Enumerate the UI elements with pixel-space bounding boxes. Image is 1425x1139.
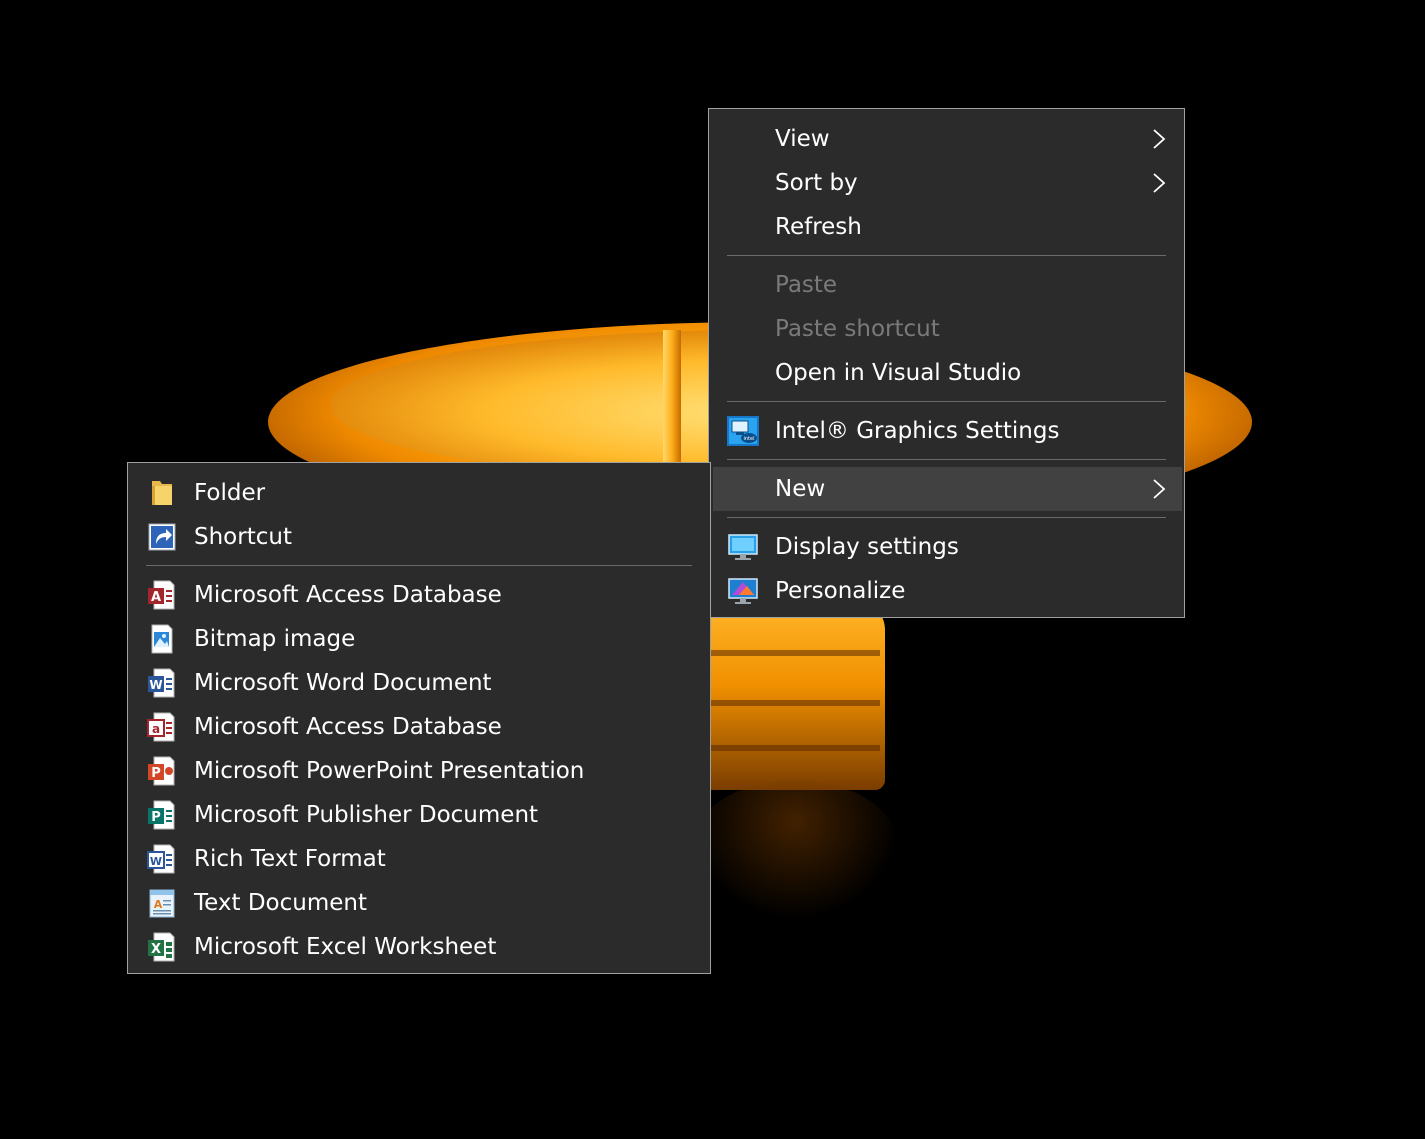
menu-item-intel-graphics-settings[interactable]: intel Intel® Graphics Settings	[709, 409, 1184, 453]
lamp-body-shape	[700, 600, 885, 790]
bitmap-icon	[151, 624, 173, 654]
new-item-word-document[interactable]: W Microsoft Word Document	[128, 661, 710, 705]
menu-item-label: Paste	[775, 272, 838, 298]
menu-separator	[727, 255, 1166, 256]
menu-item-paste-shortcut[interactable]: Paste shortcut	[709, 307, 1184, 351]
menu-item-label: Refresh	[775, 214, 862, 240]
rtf-icon: W	[147, 844, 175, 874]
lamp-pole-shape	[663, 330, 681, 470]
new-item-text-document[interactable]: A Text Document	[128, 881, 710, 925]
menu-separator	[727, 401, 1166, 402]
svg-text:W: W	[149, 678, 162, 692]
svg-text:A: A	[151, 590, 161, 605]
chevron-right-icon	[1153, 173, 1166, 193]
publisher-icon: P	[148, 800, 175, 830]
menu-item-label: Bitmap image	[194, 626, 356, 652]
menu-separator	[727, 517, 1166, 518]
word-icon: W	[148, 668, 175, 698]
personalize-icon	[728, 578, 758, 604]
menu-item-paste[interactable]: Paste	[709, 263, 1184, 307]
new-item-access-database-2[interactable]: a Microsoft Access Database	[128, 705, 710, 749]
shortcut-icon	[148, 523, 176, 551]
menu-item-label: Personalize	[775, 578, 906, 604]
menu-item-label: View	[775, 126, 830, 152]
menu-item-sort-by[interactable]: Sort by	[709, 161, 1184, 205]
intel-graphics-icon: intel	[727, 416, 759, 446]
menu-item-label: Shortcut	[194, 524, 292, 550]
menu-item-label: Microsoft PowerPoint Presentation	[194, 758, 585, 784]
access-icon: a	[147, 712, 175, 742]
menu-item-label: Microsoft Access Database	[194, 582, 502, 608]
lamp-slat	[700, 650, 880, 656]
menu-separator	[727, 459, 1166, 460]
new-item-bitmap-image[interactable]: Bitmap image	[128, 617, 710, 661]
menu-item-label: Microsoft Excel Worksheet	[194, 934, 497, 960]
folder-icon	[152, 481, 172, 505]
new-item-access-database[interactable]: A Microsoft Access Database	[128, 573, 710, 617]
svg-text:P: P	[151, 766, 161, 781]
new-item-powerpoint-presentation[interactable]: P Microsoft PowerPoint Presentation	[128, 749, 710, 793]
menu-item-label: Sort by	[775, 170, 858, 196]
lamp-glow	[690, 780, 900, 920]
excel-icon: X	[148, 932, 175, 962]
svg-text:intel: intel	[744, 436, 755, 442]
svg-text:P: P	[151, 810, 161, 825]
menu-item-label: Open in Visual Studio	[775, 360, 1022, 386]
menu-item-open-in-visual-studio[interactable]: Open in Visual Studio	[709, 351, 1184, 395]
svg-text:W: W	[150, 855, 162, 868]
svg-text:A: A	[154, 898, 163, 911]
access-icon: A	[148, 580, 175, 610]
menu-item-label: Display settings	[775, 534, 959, 560]
powerpoint-icon: P	[148, 756, 175, 786]
menu-item-new[interactable]: New	[713, 467, 1182, 511]
desktop-context-menu: View Sort by Refresh Paste Paste shortcu…	[708, 108, 1185, 618]
menu-item-personalize[interactable]: Personalize	[709, 569, 1184, 613]
menu-item-label: Microsoft Access Database	[194, 714, 502, 740]
menu-separator	[146, 565, 692, 566]
svg-text:X: X	[151, 942, 161, 957]
menu-item-label: Folder	[194, 480, 266, 506]
menu-item-label: Microsoft Word Document	[194, 670, 492, 696]
chevron-right-icon	[1153, 129, 1166, 149]
menu-item-label: Intel® Graphics Settings	[775, 418, 1060, 444]
menu-item-refresh[interactable]: Refresh	[709, 205, 1184, 249]
new-item-folder[interactable]: Folder	[128, 471, 710, 515]
lamp-slat	[700, 700, 880, 706]
lamp-slat	[700, 745, 880, 751]
new-item-excel-worksheet[interactable]: X Microsoft Excel Worksheet	[128, 925, 710, 969]
menu-item-label: Rich Text Format	[194, 846, 386, 872]
chevron-right-icon	[1153, 479, 1166, 499]
new-item-publisher-document[interactable]: P Microsoft Publisher Document	[128, 793, 710, 837]
menu-item-label: Paste shortcut	[775, 316, 940, 342]
new-submenu: Folder Shortcut A Microsoft Access Datab…	[127, 462, 711, 974]
menu-item-label: Microsoft Publisher Document	[194, 802, 539, 828]
new-item-shortcut[interactable]: Shortcut	[128, 515, 710, 559]
menu-item-label: Text Document	[194, 890, 367, 916]
menu-item-display-settings[interactable]: Display settings	[709, 525, 1184, 569]
menu-item-label: New	[775, 476, 826, 502]
svg-text:a: a	[152, 722, 160, 736]
new-item-rich-text-format[interactable]: W Rich Text Format	[128, 837, 710, 881]
display-settings-icon	[728, 534, 758, 560]
text-document-icon: A	[149, 889, 175, 918]
menu-item-view[interactable]: View	[709, 117, 1184, 161]
